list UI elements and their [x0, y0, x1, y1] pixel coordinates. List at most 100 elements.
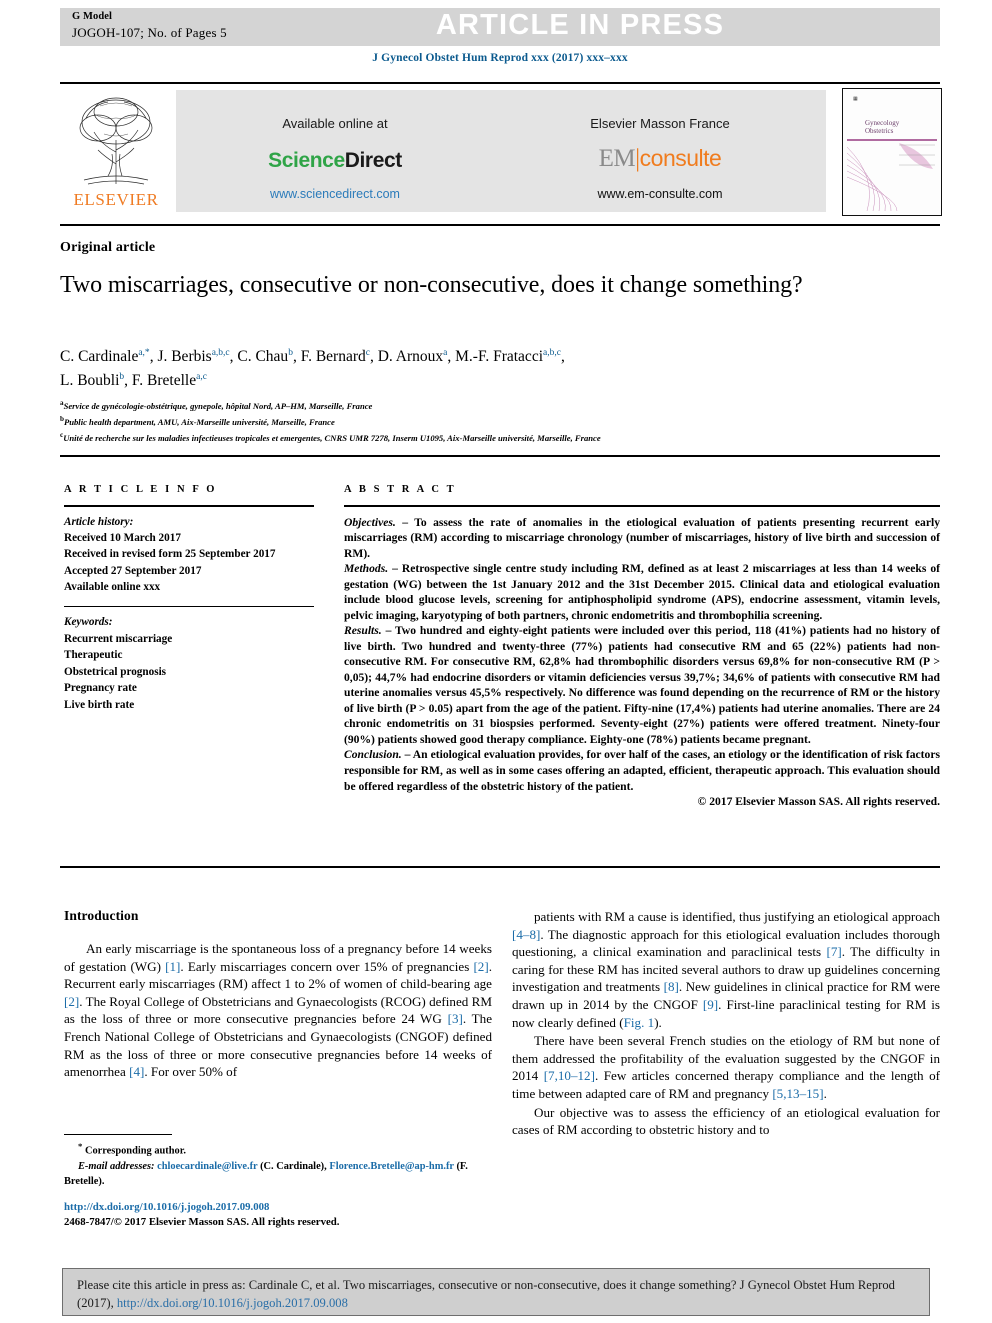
keywords-block: Keywords: Recurrent miscarriage Therapeu… — [64, 614, 314, 713]
abstract-copyright: © 2017 Elsevier Masson SAS. All rights r… — [697, 795, 940, 809]
affiliation-list: aService de gynécologie-obstétrique, gyn… — [60, 398, 940, 445]
email-link-cardinale[interactable]: chloecardinale@live.fr — [157, 1161, 257, 1172]
history-received: Received 10 March 2017 — [64, 531, 181, 544]
introduction-heading: Introduction — [64, 908, 139, 923]
elsevier-tree-icon — [64, 88, 168, 192]
sciencedirect-logo: ScienceDirect — [190, 149, 480, 173]
email-link-bretelle[interactable]: Florence.Bretelle@ap-hm.fr — [329, 1161, 454, 1172]
citation-notice-text: Please cite this article in press as: Ca… — [77, 1277, 915, 1313]
keywords-label: Keywords: — [64, 616, 113, 629]
history-revised: Received in revised form 25 September 20… — [64, 548, 276, 561]
abstract-column: A B S T R A C T Objectives. – To assess … — [344, 484, 940, 808]
doi-block: http://dx.doi.org/10.1016/j.jogoh.2017.0… — [64, 1200, 494, 1231]
journal-cover-title: Gynecology Obstetrics — [865, 119, 899, 135]
abstract-methods-label: Methods. — [344, 562, 389, 576]
email-owner-cardinale: (C. Cardinale), — [257, 1160, 327, 1172]
intro-paragraph-4: Our objective was to assess the efficien… — [512, 1104, 940, 1138]
author-list: C. Cardinalea,*, J. Berbisa,b,c, C. Chau… — [60, 345, 920, 393]
abstract-results-text: – Two hundred and eighty-eight patients … — [344, 624, 940, 746]
issn-copyright-line: 2468-7847/© 2017 Elsevier Masson SAS. Al… — [64, 1216, 340, 1229]
available-online-label: Available online at — [282, 116, 388, 131]
affiliation-b-text: Public health department, AMU, Aix-Marse… — [63, 416, 335, 427]
article-history-label: Article history: — [64, 515, 134, 528]
corresponding-author-line: * Corresponding author. — [64, 1140, 494, 1159]
affiliation-b: bPublic health department, AMU, Aix-Mars… — [60, 414, 940, 430]
affiliation-a-text: Service de gynécologie-obstétrique, gyne… — [63, 400, 373, 411]
author-line-1: C. Cardinalea,*, J. Berbisa,b,c, C. Chau… — [60, 347, 565, 365]
keyword-item: Pregnancy rate — [64, 682, 137, 695]
sciencedirect-logo-science: Science — [268, 149, 345, 172]
affiliation-c: cUnité de recherche sur les maladies inf… — [60, 430, 940, 446]
abstract-conclusion-text: – An etiological evaluation provides, fo… — [344, 748, 940, 793]
journal-cover-thumbnail: ▦ Gynecology Obstetrics — [842, 88, 942, 216]
journal-cover-art: ▦ Gynecology Obstetrics — [847, 93, 937, 212]
elsevier-masson-label: Elsevier Masson France — [590, 116, 730, 131]
keywords-divider — [64, 605, 314, 608]
divider-article-head — [60, 455, 940, 457]
divider-masthead-bottom — [60, 224, 940, 226]
journal-cover-title-line1: Gynecology — [865, 119, 900, 127]
abstract-methods-text: – Retrospective single centre study incl… — [344, 562, 940, 622]
intro-paragraph-3: There have been several French studies o… — [512, 1033, 940, 1102]
abstract-conclusion: Conclusion. – An etiological evaluation … — [344, 747, 940, 794]
affiliation-c-text: Unité de recherche sur les maladies infe… — [63, 432, 601, 443]
email-addresses-label: E-mail addresses: — [78, 1160, 155, 1172]
corresponding-author-mark: * — [78, 1141, 83, 1151]
manuscript-id: JOGOH-107; No. of Pages 5 — [72, 25, 227, 41]
em-consulte-url[interactable]: www.em-consulte.com — [510, 187, 810, 201]
em-consulte-logo-em: EM — [598, 145, 636, 172]
article-in-press-text: ARTICLE IN PRESS — [435, 9, 725, 41]
sciencedirect-logo-direct: Direct — [344, 149, 403, 172]
article-page: G Model JOGOH-107; No. of Pages 5 ARTICL… — [0, 0, 992, 1323]
divider-top — [60, 82, 940, 84]
keyword-item: Recurrent miscarriage — [64, 632, 173, 645]
sciencedirect-url[interactable]: www.sciencedirect.com — [190, 187, 480, 201]
journal-citation-line: J Gynecol Obstet Hum Reprod xxx (2017) x… — [372, 52, 628, 64]
email-addresses-line: E-mail addresses: chloecardinale@live.fr… — [64, 1159, 494, 1189]
author-line-2: L. Boublib, F. Bretellea,c — [60, 371, 207, 390]
keyword-item: Live birth rate — [64, 698, 135, 711]
journal-cover-title-line2: Obstetrics — [865, 127, 894, 136]
keyword-item: Obstetrical prognosis — [64, 665, 167, 678]
masthead: ELSEVIER Available online at ScienceDire… — [60, 88, 942, 216]
affiliation-a: aService de gynécologie-obstétrique, gyn… — [60, 398, 940, 414]
keyword-item: Therapeutic — [64, 649, 123, 662]
em-consulte-block: Elsevier Masson France EM|consulte www.e… — [510, 116, 810, 201]
em-consulte-logo: EM|consulte — [510, 145, 810, 173]
abstract-objectives-text: – To assess the rate of anomalies in the… — [344, 515, 940, 560]
em-consulte-logo-consulte: consulte — [639, 145, 722, 171]
doi-link[interactable]: http://dx.doi.org/10.1016/j.jogoh.2017.0… — [64, 1200, 494, 1215]
history-available-online: Available online xxx — [64, 581, 161, 594]
abstract-methods: Methods. – Retrospective single centre s… — [344, 561, 940, 623]
article-info-heading: A R T I C L E I N F O — [64, 484, 218, 495]
article-info-divider — [64, 505, 314, 507]
body-column-left: Introduction An early miscarriage is the… — [64, 908, 492, 1081]
citation-notice-box: Please cite this article in press as: Ca… — [62, 1268, 930, 1316]
abstract-objectives-label: Objectives. — [344, 515, 396, 529]
body-column-right: patients with RM a cause is identified, … — [512, 908, 940, 1139]
article-type-label: Original article — [60, 240, 156, 255]
footnote-divider — [64, 1134, 172, 1136]
elsevier-logo: ELSEVIER — [60, 88, 172, 216]
g-model-label: G Model — [72, 11, 113, 22]
abstract-results: Results. – Two hundred and eighty-eight … — [344, 623, 940, 747]
article-info-column: A R T I C L E I N F O Article history: R… — [64, 484, 314, 713]
divider-abstract-bottom — [60, 866, 940, 868]
article-history-block: Article history: Received 10 March 2017 … — [64, 514, 314, 596]
corresponding-author-label: Corresponding author. — [84, 1145, 186, 1157]
corresponding-author-footnote: * Corresponding author. E-mail addresses… — [64, 1140, 494, 1189]
abstract-conclusion-label: Conclusion. — [344, 748, 402, 762]
elsevier-wordmark: ELSEVIER — [73, 190, 159, 209]
abstract-objectives: Objectives. – To assess the rate of anom… — [344, 515, 940, 562]
intro-paragraph-2: patients with RM a cause is identified, … — [512, 909, 941, 1030]
citation-notice-link[interactable]: http://dx.doi.org/10.1016/j.jogoh.2017.0… — [117, 1296, 348, 1310]
journal-cover-publisher: ▦ — [853, 97, 858, 102]
intro-paragraph-1: An early miscarriage is the spontaneous … — [64, 941, 492, 1080]
manuscript-identifier: G Model JOGOH-107; No. of Pages 5 — [72, 10, 227, 42]
sciencedirect-block: Available online at ScienceDirect www.sc… — [190, 116, 480, 201]
abstract-heading: A B S T R A C T — [344, 484, 457, 495]
article-title: Two miscarriages, consecutive or non-con… — [60, 272, 803, 298]
history-accepted: Accepted 27 September 2017 — [64, 564, 202, 577]
abstract-results-label: Results. — [344, 624, 382, 638]
abstract-divider — [344, 505, 940, 507]
